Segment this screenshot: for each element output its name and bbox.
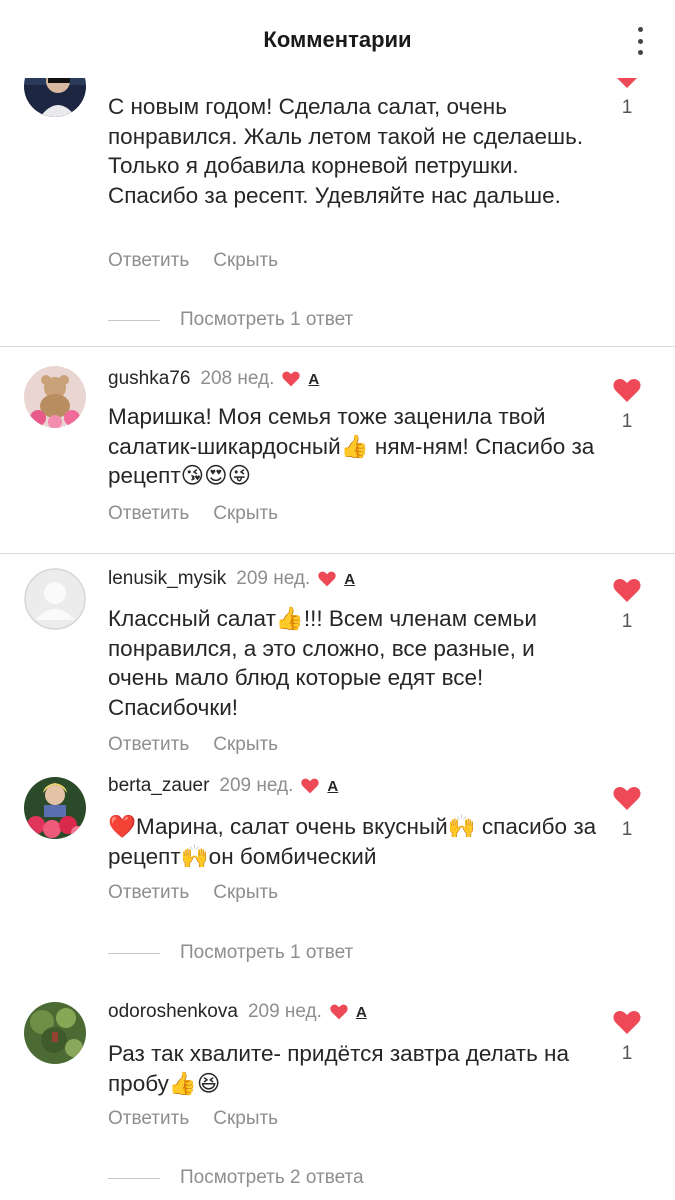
avatar[interactable] bbox=[24, 1002, 86, 1064]
heart-icon bbox=[613, 1011, 641, 1034]
like-count: 1 bbox=[621, 97, 633, 118]
view-replies-button[interactable]: Посмотреть 2 ответа bbox=[108, 1167, 364, 1189]
view-replies-button[interactable]: Посмотреть 1 ответ bbox=[108, 942, 353, 964]
like-count: 1 bbox=[621, 411, 633, 432]
pin-icon: A bbox=[327, 777, 339, 795]
like-count: 1 bbox=[621, 819, 633, 840]
like-button[interactable]: 1 bbox=[613, 578, 641, 633]
like-button[interactable]: 1 bbox=[613, 378, 641, 433]
pin-icon: A bbox=[355, 1003, 367, 1021]
comments-screen: Комментарии С новым годом! Сделала салат… bbox=[0, 0, 675, 1200]
heart-icon bbox=[613, 579, 641, 602]
timestamp: 209 нед. bbox=[236, 568, 311, 589]
hide-button[interactable]: Скрыть bbox=[213, 882, 278, 904]
comment-text: Раз так хвалите- придётся завтра делать … bbox=[108, 1041, 569, 1096]
hide-button[interactable]: Скрыть bbox=[213, 734, 278, 756]
app-header: Комментарии bbox=[0, 0, 675, 78]
heart-small-icon bbox=[282, 371, 301, 387]
divider bbox=[0, 553, 675, 554]
comment-text: С новым годом! Сделала салат, очень понр… bbox=[108, 94, 584, 208]
like-button[interactable]: 1 bbox=[613, 786, 641, 841]
username[interactable]: lenusik_mysik bbox=[108, 568, 226, 590]
heart-icon bbox=[613, 787, 641, 810]
reply-button[interactable]: Ответить bbox=[108, 503, 189, 525]
avatar[interactable] bbox=[24, 777, 86, 839]
view-replies-button[interactable]: Посмотреть 1 ответ bbox=[108, 309, 353, 331]
username[interactable]: gushka76 bbox=[108, 368, 190, 390]
timestamp: 209 нед. bbox=[247, 1001, 322, 1022]
reply-button[interactable]: Ответить bbox=[108, 882, 189, 904]
heart-icon bbox=[613, 379, 641, 402]
heart-small-icon bbox=[301, 778, 320, 794]
reply-button[interactable]: Ответить bbox=[108, 1108, 189, 1130]
comment-text: ❤️Марина, салат очень вкусный🙌 спасибо з… bbox=[108, 814, 597, 869]
reply-button[interactable]: Ответить bbox=[108, 250, 189, 272]
reply-button[interactable]: Ответить bbox=[108, 734, 189, 756]
pin-icon: A bbox=[344, 570, 356, 588]
comment-text: Классный салат👍!!! Всем членам семьи пон… bbox=[108, 606, 537, 720]
heart-small-icon bbox=[330, 1004, 348, 1020]
like-button[interactable]: 1 bbox=[613, 1010, 641, 1065]
hide-button[interactable]: Скрыть bbox=[213, 250, 278, 272]
hide-button[interactable]: Скрыть bbox=[213, 503, 278, 525]
avatar[interactable] bbox=[24, 568, 86, 630]
like-count: 1 bbox=[621, 611, 633, 632]
username[interactable]: berta_zauer bbox=[108, 775, 209, 797]
pin-icon: A bbox=[308, 370, 320, 388]
divider bbox=[0, 346, 675, 347]
comment-text: Маришка! Моя семья тоже заценила твой са… bbox=[108, 404, 595, 488]
avatar[interactable] bbox=[24, 366, 86, 428]
heart-small-icon bbox=[318, 571, 336, 587]
timestamp: 208 нед. bbox=[200, 368, 275, 389]
more-vertical-icon[interactable] bbox=[633, 24, 647, 58]
username[interactable]: odoroshenkova bbox=[108, 1001, 238, 1023]
hide-button[interactable]: Скрыть bbox=[213, 1108, 278, 1130]
timestamp: 209 нед. bbox=[219, 775, 294, 796]
like-count: 1 bbox=[621, 1043, 633, 1064]
page-title: Комментарии bbox=[263, 27, 412, 52]
